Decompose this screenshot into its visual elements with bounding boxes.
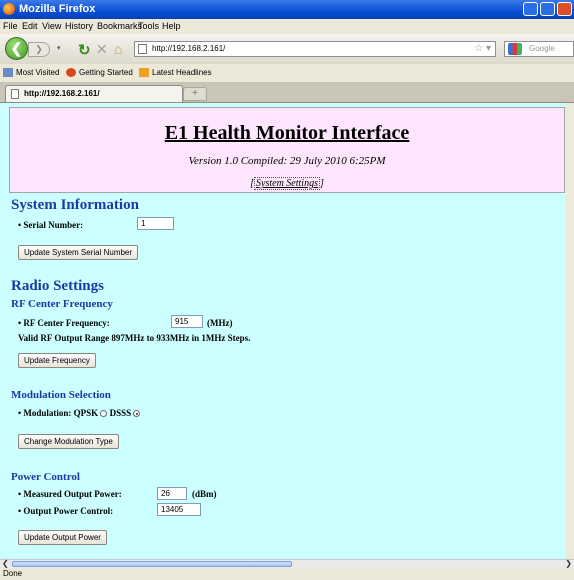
bookmarks-toolbar: Most Visited Getting Started Latest Head…	[0, 64, 574, 83]
minimize-button[interactable]	[523, 2, 538, 16]
rf-center-frequency-heading: RF Center Frequency	[11, 298, 113, 310]
tab-bar: http://192.168.2.161/ +	[0, 83, 574, 103]
dsss-label: DSSS	[109, 408, 132, 418]
rf-frequency-input[interactable]: 915	[171, 315, 203, 328]
rf-frequency-label: • RF Center Frequency:	[18, 318, 110, 328]
window-titlebar: Mozilla Firefox	[0, 0, 574, 19]
close-window-button[interactable]	[557, 2, 572, 16]
system-information-heading: System Information	[11, 197, 139, 213]
navigation-toolbar: ❮ ❯ ▾ ↻ ✕ ⌂ http://192.168.2.161/ ☆ ▾ Go…	[0, 34, 574, 64]
rf-range-note: Valid RF Output Range 897MHz to 933MHz i…	[18, 333, 251, 343]
change-modulation-button[interactable]: Change Modulation Type	[18, 434, 119, 449]
serial-number-input[interactable]: 1	[137, 217, 174, 230]
bookmark-latest-headlines[interactable]: Latest Headlines	[139, 68, 212, 77]
window-title: Mozilla Firefox	[19, 3, 96, 15]
menu-help[interactable]: Help	[162, 21, 181, 31]
reload-icon[interactable]: ↻	[78, 41, 91, 59]
tab-current[interactable]: http://192.168.2.161/	[5, 85, 183, 102]
menu-file[interactable]: File	[3, 21, 18, 31]
new-tab-button[interactable]: +	[183, 87, 207, 101]
status-bar: Done	[0, 568, 574, 580]
home-icon[interactable]: ⌂	[114, 41, 122, 57]
update-output-power-button[interactable]: Update Output Power	[18, 530, 107, 545]
bookmark-getting-started[interactable]: Getting Started	[66, 68, 133, 77]
page-viewport: E1 Health Monitor Interface Version 1.0 …	[0, 103, 574, 559]
stop-icon[interactable]: ✕	[96, 41, 108, 58]
modulation-label: • Modulation: QPSK	[18, 408, 99, 418]
maximize-button[interactable]	[540, 2, 555, 16]
rf-frequency-unit: (MHz)	[207, 318, 233, 328]
menu-bar: File Edit View History Bookmarks Tools H…	[0, 19, 574, 34]
menu-view[interactable]: View	[42, 21, 61, 31]
search-engine-icon[interactable]	[508, 43, 522, 55]
output-power-control-label: • Output Power Control:	[18, 506, 114, 516]
url-text[interactable]: http://192.168.2.161/	[152, 42, 225, 56]
menu-bookmarks[interactable]: Bookmarks	[97, 21, 142, 31]
page-header: E1 Health Monitor Interface Version 1.0 …	[9, 107, 565, 193]
measured-power-label: • Measured Output Power:	[18, 489, 122, 499]
page-title: E1 Health Monitor Interface	[164, 122, 410, 144]
firefox-icon	[3, 3, 15, 15]
measured-power-unit: (dBm)	[192, 489, 217, 499]
page-icon	[138, 44, 147, 54]
bookmark-most-visited[interactable]: Most Visited	[3, 68, 59, 77]
measured-power-input[interactable]: 26	[157, 487, 187, 500]
qpsk-radio[interactable]	[100, 410, 108, 418]
update-serial-button[interactable]: Update System Serial Number	[18, 245, 139, 260]
back-button[interactable]: ❮	[5, 37, 28, 60]
bookmark-star-icon[interactable]: ☆ ▾	[474, 42, 491, 56]
firefox-bookmark-icon	[66, 68, 76, 77]
version-text: Version 1.0 Compiled: 29 July 2010 6:25P…	[188, 155, 386, 167]
status-text: Done	[3, 569, 23, 578]
menu-history[interactable]: History	[65, 21, 93, 31]
search-placeholder: Google	[529, 44, 555, 53]
vertical-scrollbar[interactable]	[565, 103, 574, 559]
page-icon	[11, 89, 19, 99]
serial-number-label: • Serial Number:	[18, 220, 84, 230]
horizontal-scrollbar[interactable]: ❮ ❯	[0, 559, 574, 568]
menu-tools[interactable]: Tools	[138, 21, 159, 31]
search-box[interactable]: Google	[504, 41, 574, 57]
radio-settings-heading: Radio Settings	[11, 278, 104, 294]
update-frequency-button[interactable]: Update Frequency	[18, 353, 96, 368]
modulation-row: • Modulation: QPSK DSSS	[18, 408, 141, 418]
rss-icon	[139, 68, 149, 77]
scroll-left-icon[interactable]: ❮	[2, 559, 9, 568]
forward-button[interactable]: ❯	[28, 42, 50, 57]
scroll-right-icon[interactable]: ❯	[565, 559, 572, 568]
history-dropdown-icon[interactable]: ▾	[57, 44, 61, 52]
bookmarks-folder-icon	[3, 68, 13, 77]
system-settings-row: [System Settings]	[250, 177, 324, 190]
tab-label: http://192.168.2.161/	[24, 89, 100, 98]
menu-edit[interactable]: Edit	[22, 21, 38, 31]
system-settings-link[interactable]: System Settings	[254, 177, 320, 190]
output-power-control-input[interactable]: 13405	[157, 503, 201, 516]
horizontal-scroll-thumb[interactable]	[12, 561, 292, 567]
url-bar[interactable]: http://192.168.2.161/ ☆ ▾	[134, 41, 496, 57]
dsss-radio[interactable]	[133, 410, 141, 418]
modulation-selection-heading: Modulation Selection	[11, 389, 111, 401]
power-control-heading: Power Control	[11, 471, 80, 483]
